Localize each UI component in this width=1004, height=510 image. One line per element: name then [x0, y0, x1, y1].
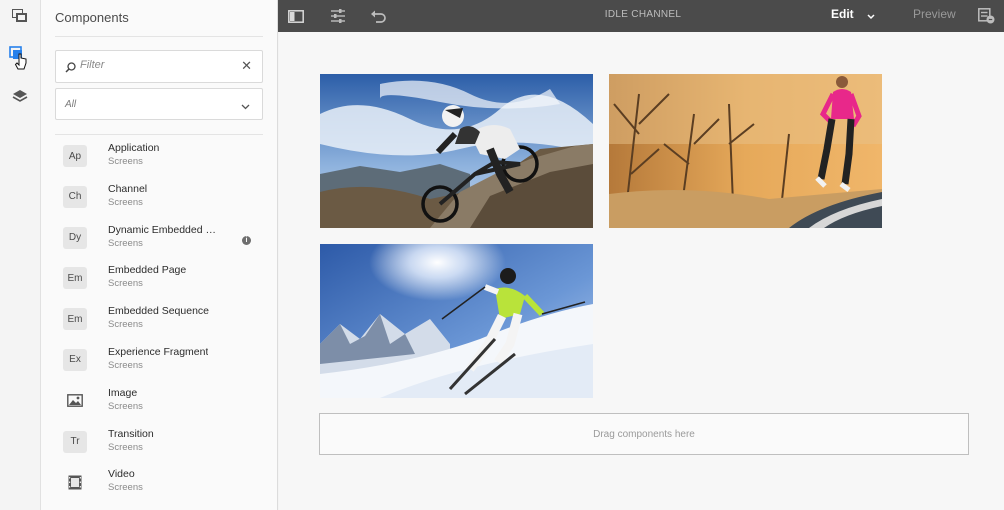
- component-name: Application: [108, 142, 160, 154]
- drop-zone[interactable]: Drag components here: [319, 413, 969, 455]
- component-badge: Ch: [63, 185, 87, 208]
- component-item[interactable]: Ap Application Screens: [55, 138, 265, 179]
- divider: [55, 36, 263, 37]
- group-select-value: All: [65, 99, 77, 110]
- component-name: Embedded Page: [108, 264, 187, 277]
- filter-field[interactable]: ✕: [55, 50, 263, 83]
- component-badge: Ap: [63, 145, 87, 167]
- filter-input[interactable]: [80, 59, 230, 71]
- components-panel: Components ✕ All ApApplicationScreensChC…: [41, 0, 278, 510]
- channel-title: IDLE CHANNEL: [604, 9, 682, 20]
- component-item[interactable]: Ch Channel Screens: [55, 179, 265, 220]
- component-name: Dynamic Embedded S...: [108, 223, 220, 236]
- page-canvas: Drag components here: [279, 32, 1004, 510]
- editor-toolbar: IDLE CHANNEL Edit Preview: [278, 0, 1004, 32]
- chevron-down-icon: [241, 98, 250, 116]
- film-icon: [63, 471, 87, 493]
- component-item[interactable]: Video Screens: [55, 464, 265, 505]
- component-group: Screens: [108, 400, 143, 412]
- properties-icon[interactable]: [328, 6, 348, 26]
- component-group: Screens: [108, 196, 143, 208]
- component-item[interactable]: Dy Dynamic Embedded S... Screens i: [55, 220, 265, 261]
- component-item[interactable]: Em Embedded Page Screens: [55, 260, 265, 301]
- info-icon[interactable]: i: [242, 235, 251, 245]
- component-group: Screens: [108, 278, 143, 290]
- search-icon: [65, 60, 76, 78]
- component-name: Image: [108, 386, 138, 399]
- component-group: Screens: [108, 359, 143, 371]
- component-badge: Tr: [63, 430, 87, 453]
- edit-mode-button[interactable]: Edit: [831, 7, 854, 21]
- component-group: Screens: [108, 482, 143, 494]
- component-item[interactable]: Ex Experience Fragment Screens: [55, 342, 265, 383]
- image-icon: [63, 390, 87, 412]
- image-skier[interactable]: [320, 244, 593, 398]
- chevron-down-icon[interactable]: [866, 9, 876, 27]
- components-icon[interactable]: [8, 46, 32, 70]
- assets-icon[interactable]: [8, 5, 32, 27]
- component-item[interactable]: Tr Transition Screens: [55, 424, 265, 465]
- component-group: Screens: [108, 156, 143, 167]
- component-item[interactable]: Em Embedded Sequence Screens: [55, 301, 265, 342]
- image-mountain-biker[interactable]: [320, 74, 593, 228]
- component-name: Video: [108, 468, 135, 481]
- component-badge: Dy: [63, 226, 87, 249]
- component-name: Experience Fragment: [108, 345, 209, 358]
- preview-button[interactable]: Preview: [913, 7, 956, 21]
- component-list: Ap Application Screens Ch Channel Screens Dy Dy…: [55, 138, 265, 505]
- component-badge: Em: [63, 267, 87, 290]
- component-badge: Ex: [63, 348, 87, 371]
- component-name: Channel: [108, 182, 148, 195]
- clear-icon[interactable]: ✕: [241, 59, 252, 73]
- group-select[interactable]: All: [55, 88, 263, 120]
- component-name: Transition: [108, 427, 154, 440]
- component-group: Screens: [108, 441, 143, 453]
- divider: [55, 134, 263, 135]
- page-info-icon[interactable]: [976, 6, 996, 26]
- component-name: Embedded Sequence: [108, 305, 209, 318]
- component-group: Screens: [108, 319, 143, 331]
- side-panel-toggle-icon[interactable]: [286, 6, 306, 26]
- panel-title: Components: [55, 10, 129, 25]
- side-rail: [0, 0, 41, 510]
- component-group: Screens: [108, 237, 143, 249]
- image-jogger[interactable]: [609, 74, 882, 228]
- layers-icon[interactable]: [8, 86, 32, 108]
- component-badge: Em: [63, 308, 87, 331]
- undo-icon[interactable]: [368, 6, 388, 26]
- component-item[interactable]: Image Screens: [55, 383, 265, 424]
